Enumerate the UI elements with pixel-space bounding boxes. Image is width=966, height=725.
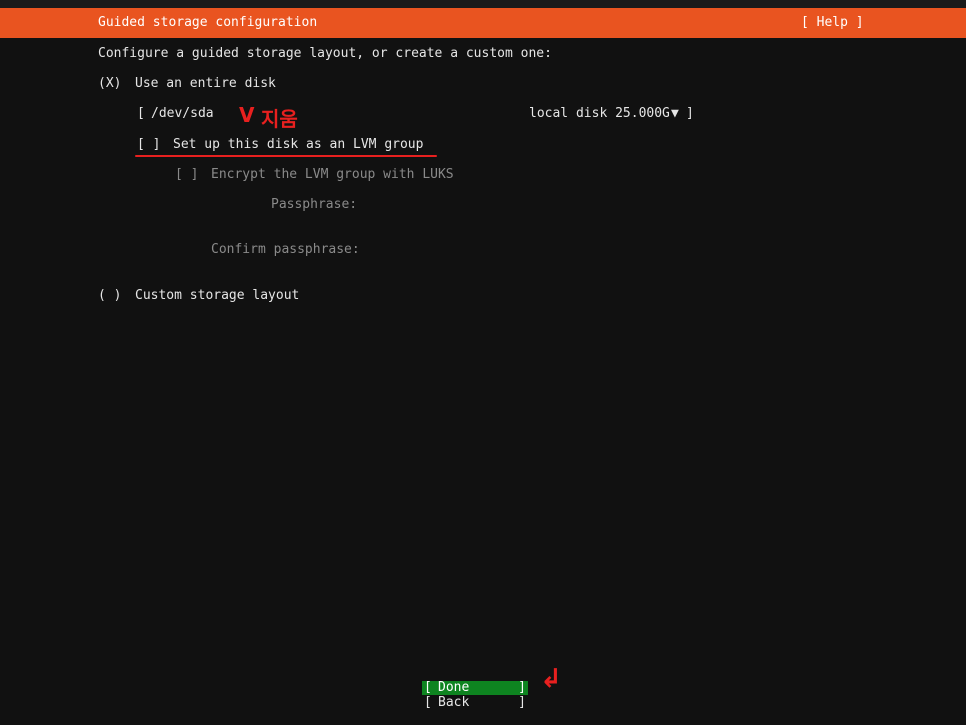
- lvm-label: Set up this disk as an LVM group: [173, 137, 424, 152]
- disk-select-close-bracket: ]: [686, 106, 694, 121]
- enter-arrow-icon: ↲: [540, 664, 562, 694]
- encrypt-label: Encrypt the LVM group with LUKS: [211, 167, 454, 182]
- entire-disk-radio[interactable]: (X): [98, 76, 121, 92]
- check-mark-annotation: V: [239, 103, 255, 127]
- back-button[interactable]: [ Back ]: [422, 696, 528, 710]
- passphrase-label: Passphrase:: [271, 197, 358, 212]
- disk-device: /dev/sda: [151, 106, 214, 121]
- top-strip: [0, 0, 966, 8]
- disk-select-open-bracket: [: [137, 106, 145, 121]
- done-label: Done: [438, 680, 470, 695]
- page-title: Guided storage configuration: [98, 15, 318, 30]
- chevron-down-icon[interactable]: ▼: [671, 106, 679, 122]
- done-close-bracket: ]: [518, 680, 526, 695]
- done-open-bracket: [: [424, 680, 432, 695]
- annotation-underline: [135, 155, 437, 157]
- entire-disk-label: Use an entire disk: [135, 76, 276, 91]
- annotation-text: 지움: [261, 107, 298, 131]
- encrypt-checkbox: [ ]: [175, 167, 199, 182]
- intro-text: Configure a guided storage layout, or cr…: [98, 46, 552, 61]
- back-close-bracket: ]: [518, 695, 526, 710]
- confirm-passphrase-label: Confirm passphrase:: [211, 242, 360, 257]
- custom-layout-label: Custom storage layout: [135, 288, 300, 303]
- custom-layout-radio[interactable]: ( ): [98, 288, 121, 304]
- disk-info: local disk 25.000G: [529, 106, 670, 121]
- header-bar: Guided storage configuration [ Help ]: [0, 8, 966, 38]
- done-button[interactable]: [ Done ]: [422, 681, 528, 695]
- help-button[interactable]: [ Help ]: [801, 15, 864, 30]
- back-open-bracket: [: [424, 695, 432, 710]
- back-label: Back: [438, 695, 470, 710]
- lvm-checkbox[interactable]: [ ]: [137, 137, 160, 153]
